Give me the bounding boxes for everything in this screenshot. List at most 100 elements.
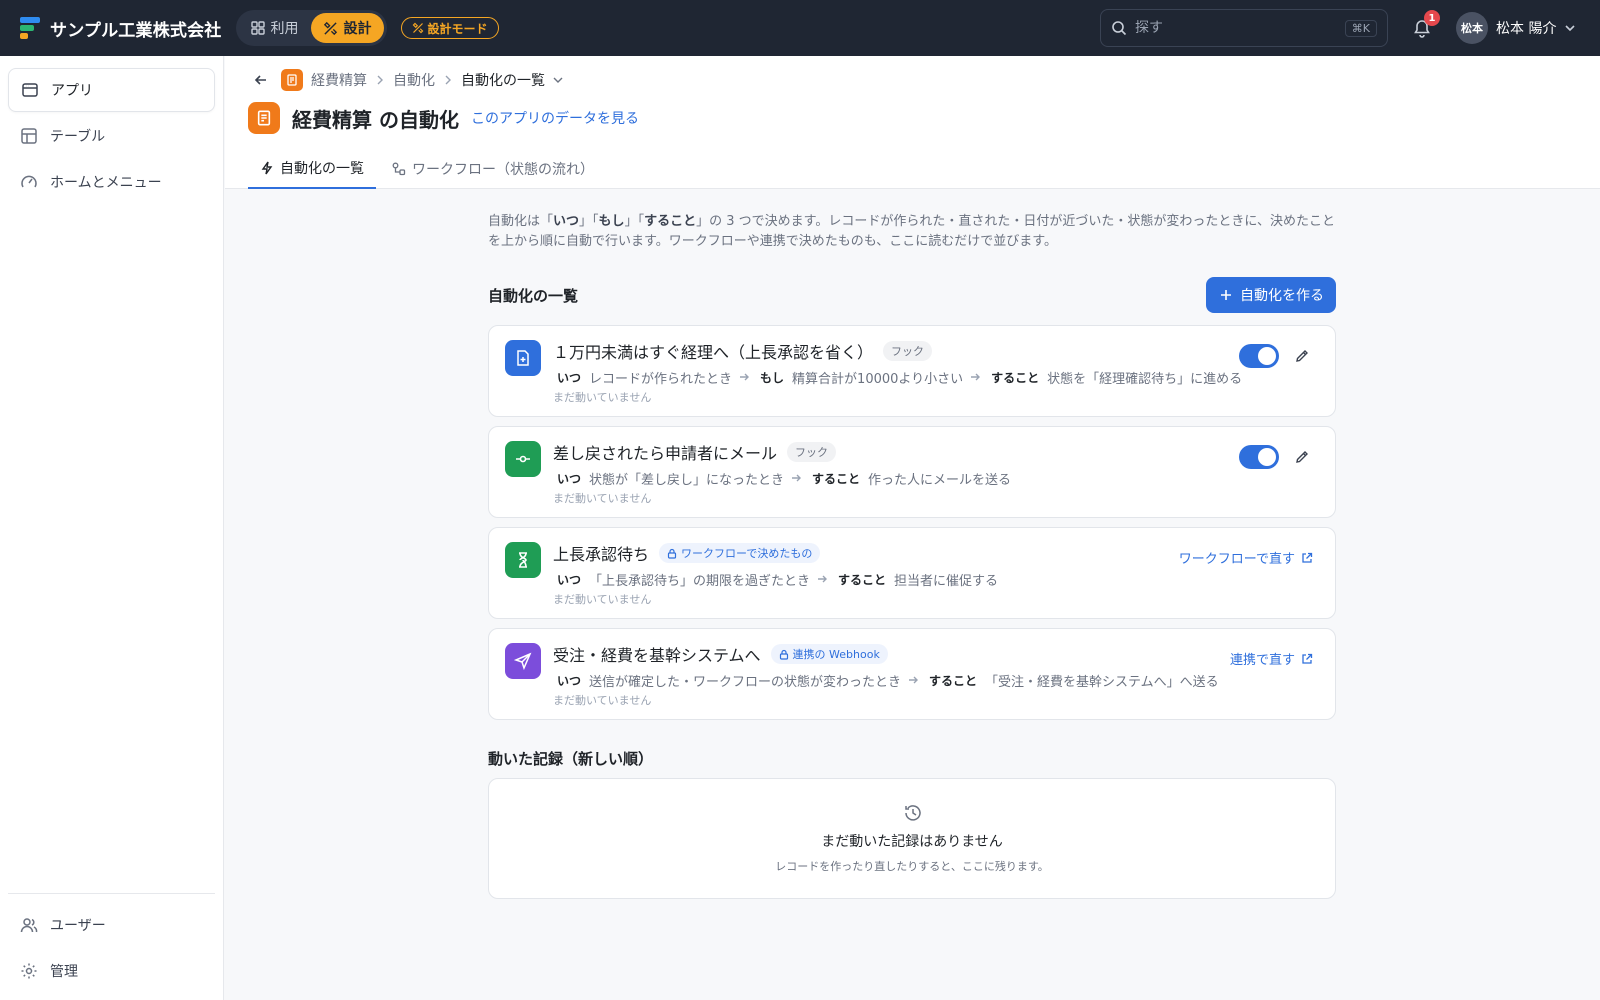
- automation-icon: [505, 643, 541, 679]
- create-automation-label: 自動化を作る: [1240, 288, 1324, 304]
- automation-name: 上長承認待ち: [553, 545, 650, 564]
- mode-switch: 利用 設計: [235, 10, 387, 46]
- external-link-icon: [1302, 653, 1313, 664]
- do-text: 作った人にメールを送る: [868, 472, 1012, 488]
- sidebar-item-label: ユーザー: [50, 918, 106, 934]
- edit-button[interactable]: [1291, 446, 1313, 468]
- chevron-down-icon: [553, 77, 563, 83]
- sidebar-item-label: アプリ: [51, 83, 93, 99]
- grid-icon: [250, 21, 265, 35]
- chevron-down-icon: [1565, 25, 1576, 32]
- page-title: 経費精算 の自動化: [292, 107, 459, 132]
- breadcrumb-current[interactable]: 自動化の一覧: [461, 70, 563, 90]
- design-mode-badge-label: 設計モード: [427, 21, 488, 36]
- hook-tag: フック: [883, 341, 933, 361]
- automation-flow: いつ 状態が「差し戻し」になったとき すること 作った人にメールを送る: [553, 469, 1012, 488]
- sidebar-item-label: ホームとメニュー: [50, 175, 162, 191]
- automation-name: 差し戻されたら申請者にメール: [553, 444, 778, 463]
- automation-enabled-toggle[interactable]: [1239, 445, 1279, 469]
- sidebar-item-apps[interactable]: アプリ: [8, 68, 215, 112]
- edit-in-integration-link[interactable]: 連携で直す: [1230, 649, 1313, 668]
- automation-name: 受注・経費を基幹システムへ: [553, 646, 761, 665]
- automation-flow: いつ 送信が確定した・ワークフローの状態が変わったとき すること 「受注・経費を…: [553, 671, 1219, 690]
- arrow-right-icon: [790, 472, 802, 484]
- lock-icon: [667, 548, 677, 559]
- edit-button[interactable]: [1291, 345, 1313, 367]
- app-window-icon: [22, 83, 38, 97]
- page-header: 経費精算 自動化 自動化の一覧 経費精算 の自動化 このアプリのデータを見る 自…: [225, 56, 1600, 189]
- hook-tag: フック: [787, 442, 837, 462]
- brand[interactable]: サンプル工業株式会社: [20, 16, 222, 41]
- automation-flow: いつ 「上長承認待ち」の期限を過ぎたとき すること 担当者に催促する: [553, 570, 998, 589]
- file-plus-icon: [517, 350, 529, 366]
- history-icon: [905, 805, 921, 821]
- pencil-icon: [1296, 350, 1308, 362]
- chevron-right-icon: [375, 75, 385, 85]
- search-icon: [1112, 21, 1127, 36]
- plus-icon: [1221, 290, 1231, 300]
- automation-card: 上長承認待ち ワークフローで決めたもの いつ 「上長承認待ち」の期限を過ぎたとき…: [488, 527, 1336, 619]
- notifications-button[interactable]: 1: [1408, 10, 1440, 42]
- arrow-right-icon: [738, 371, 750, 383]
- automation-status: まだ動いていません: [553, 694, 652, 707]
- design-tools-icon: [323, 21, 337, 35]
- breadcrumb-current-label: 自動化の一覧: [461, 73, 545, 89]
- pencil-icon: [1296, 451, 1308, 463]
- lock-icon: [779, 649, 788, 660]
- when-text: 送信が確定した・ワークフローの状態が変わったとき: [589, 674, 902, 690]
- automation-icon: [505, 340, 541, 376]
- mode-design-button[interactable]: 設計: [310, 13, 384, 43]
- workflow-tag: ワークフローで決めたもの: [659, 543, 821, 563]
- breadcrumb-app[interactable]: 経費精算: [311, 70, 367, 90]
- design-mode-badge: 設計モード: [400, 17, 499, 39]
- gear-icon: [21, 963, 37, 979]
- search-box: ⌘K: [1100, 9, 1388, 47]
- sidebar-item-admin[interactable]: 管理: [8, 949, 215, 993]
- tab-workflow[interactable]: ワークフロー（状態の流れ）: [380, 148, 606, 189]
- search-shortcut: ⌘K: [1344, 19, 1377, 37]
- search-input[interactable]: [1135, 20, 1345, 36]
- chevron-right-icon: [443, 75, 453, 85]
- do-text: 「受注・経費を基幹システムへ」へ送る: [985, 674, 1219, 690]
- tab-label: 自動化の一覧: [280, 160, 364, 177]
- automation-name: １万円未満はすぐ経理へ（上長承認を省く）: [553, 343, 874, 362]
- sidebar-item-users[interactable]: ユーザー: [8, 903, 215, 947]
- history-empty-subtitle: レコードを作ったり直したりすると、ここに残ります。: [775, 860, 1049, 873]
- user-menu[interactable]: 松本 松本 陽介: [1456, 12, 1576, 44]
- mode-design-label: 設計: [343, 21, 372, 37]
- automation-enabled-toggle[interactable]: [1239, 344, 1279, 368]
- automation-status: まだ動いていません: [553, 391, 652, 404]
- tab-label: ワークフロー（状態の流れ）: [412, 161, 594, 178]
- arrow-right-icon: [907, 674, 919, 686]
- sidebar: アプリ テーブル ホームとメニュー ユーザー 管理: [0, 56, 224, 1000]
- edit-in-workflow-link[interactable]: ワークフローで直す: [1179, 548, 1313, 567]
- receipt-icon: [287, 74, 297, 86]
- sidebar-item-tables[interactable]: テーブル: [8, 114, 215, 158]
- tabs: 自動化の一覧 ワークフロー（状態の流れ）: [248, 148, 610, 189]
- arrow-right-icon: [816, 573, 828, 585]
- send-icon: [514, 652, 532, 670]
- if-text: 精算合計が10000より小さい: [792, 371, 964, 387]
- view-app-data-link[interactable]: このアプリのデータを見る: [471, 108, 639, 128]
- notification-count-badge: 1: [1424, 10, 1440, 26]
- webhook-tag: 連携の Webhook: [770, 644, 888, 664]
- back-button[interactable]: [249, 68, 273, 92]
- app-icon: [281, 69, 303, 91]
- history-heading: 動いた記録（新しい順）: [488, 750, 654, 768]
- automation-card: 受注・経費を基幹システムへ 連携の Webhook いつ 送信が確定した・ワーク…: [488, 628, 1336, 720]
- create-automation-button[interactable]: 自動化を作る: [1206, 277, 1336, 313]
- tab-automation-list[interactable]: 自動化の一覧: [248, 148, 376, 189]
- do-text: 状態を「経理確認待ち」に進める: [1047, 371, 1243, 387]
- intro-text: 自動化は「いつ」「もし」「すること」の 3 つで決めます。レコードが作られた・直…: [488, 214, 1335, 249]
- history-empty-title: まだ動いた記録はありません: [821, 834, 1003, 850]
- automation-icon: [505, 441, 541, 477]
- external-link-icon: [1302, 552, 1313, 563]
- table-icon: [21, 128, 37, 144]
- users-icon: [20, 918, 38, 933]
- mode-use-button[interactable]: 利用: [239, 13, 311, 43]
- avatar: 松本: [1456, 12, 1488, 44]
- automation-card: １万円未満はすぐ経理へ（上長承認を省く） フック いつ レコードが作られたとき …: [488, 325, 1336, 417]
- breadcrumb-section[interactable]: 自動化: [393, 70, 435, 90]
- sidebar-item-home-menu[interactable]: ホームとメニュー: [8, 160, 215, 204]
- workflow-icon: [392, 162, 406, 175]
